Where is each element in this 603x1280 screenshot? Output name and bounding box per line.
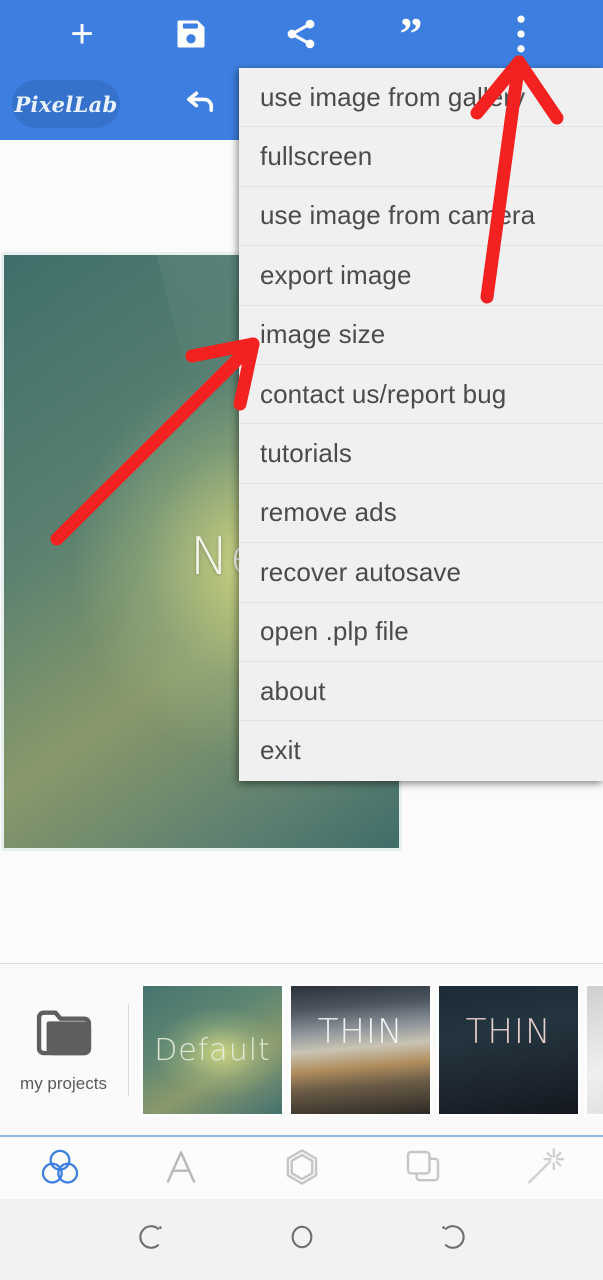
tab-layers[interactable]: [363, 1137, 483, 1201]
quote-button[interactable]: ”: [356, 0, 466, 68]
menu-item-contact-us-report-bug[interactable]: contact us/report bug: [239, 365, 603, 425]
undo-arrow-icon: [180, 84, 220, 125]
pixellab-app-screen: + ” PixelLab Ne use image from gallery f…: [0, 0, 603, 1280]
projects-bar: my projects Default THIN THIN: [0, 963, 603, 1136]
menu-item-about[interactable]: about: [239, 662, 603, 722]
thumbnail-default[interactable]: Default: [143, 986, 282, 1114]
menu-item-exit[interactable]: exit: [239, 721, 603, 780]
nav-back[interactable]: [78, 1199, 228, 1280]
layers-icon: [400, 1144, 446, 1195]
nav-home[interactable]: [227, 1199, 377, 1280]
thumbnail-thin-dark[interactable]: THIN: [439, 986, 578, 1114]
share-icon: [283, 16, 319, 52]
menu-item-fullscreen[interactable]: fullscreen: [239, 127, 603, 187]
tab-effects[interactable]: [0, 1137, 120, 1201]
menu-item-image-size[interactable]: image size: [239, 306, 603, 365]
tool-tab-bar: [0, 1135, 603, 1202]
app-logo-label: PixelLab: [14, 91, 118, 117]
share-button[interactable]: [246, 0, 356, 68]
three-dots-vertical-icon: [507, 14, 535, 54]
menu-item-recover-autosave[interactable]: recover autosave: [239, 543, 603, 603]
tab-magic[interactable]: [484, 1137, 603, 1201]
folder-icon: [34, 1007, 94, 1064]
menu-item-export-image[interactable]: export image: [239, 246, 603, 306]
nav-recents[interactable]: [376, 1199, 526, 1280]
tab-text[interactable]: [121, 1137, 241, 1201]
template-thumbnail-list[interactable]: Default THIN THIN: [140, 964, 603, 1136]
menu-item-use-image-from-gallery[interactable]: use image from gallery: [239, 68, 603, 128]
add-button[interactable]: +: [27, 0, 137, 68]
thumbnail-thin-bokeh[interactable]: THIN: [291, 986, 430, 1114]
menu-item-use-image-from-camera[interactable]: use image from camera: [239, 187, 603, 247]
overflow-dropdown-menu: use image from gallery fullscreen use im…: [239, 68, 603, 781]
top-app-bar-actions: + ”: [0, 0, 603, 68]
undo-button[interactable]: [165, 78, 235, 130]
app-logo[interactable]: PixelLab: [12, 80, 120, 128]
tab-shape[interactable]: [242, 1137, 362, 1201]
my-projects-button[interactable]: my projects: [0, 964, 127, 1136]
menu-item-tutorials[interactable]: tutorials: [239, 424, 603, 484]
save-floppy-icon: [173, 16, 209, 52]
thumbnail-partial[interactable]: [587, 986, 603, 1114]
thumbnail-label: [587, 986, 603, 1114]
letter-a-icon: [158, 1144, 204, 1195]
home-circle-icon: [285, 1220, 319, 1259]
overflow-menu-button[interactable]: [466, 0, 576, 68]
recents-icon: [434, 1220, 468, 1259]
thumbnail-label: THIN: [465, 1012, 552, 1052]
hexagon-icon: [279, 1144, 325, 1195]
save-button[interactable]: [136, 0, 246, 68]
back-arrow-icon: [136, 1220, 170, 1259]
quote-icon: ”: [399, 8, 423, 59]
projects-divider: [128, 1004, 129, 1096]
magic-wand-icon: [521, 1144, 567, 1195]
thumbnail-label: THIN: [317, 1012, 404, 1052]
menu-item-open-plp-file[interactable]: open .plp file: [239, 603, 603, 662]
my-projects-label: my projects: [20, 1073, 107, 1093]
android-navigation-bar: [0, 1199, 603, 1280]
thumbnail-label: Default: [154, 1032, 271, 1068]
menu-item-remove-ads[interactable]: remove ads: [239, 484, 603, 544]
three-circles-icon: [37, 1144, 83, 1195]
plus-icon: +: [70, 12, 94, 56]
